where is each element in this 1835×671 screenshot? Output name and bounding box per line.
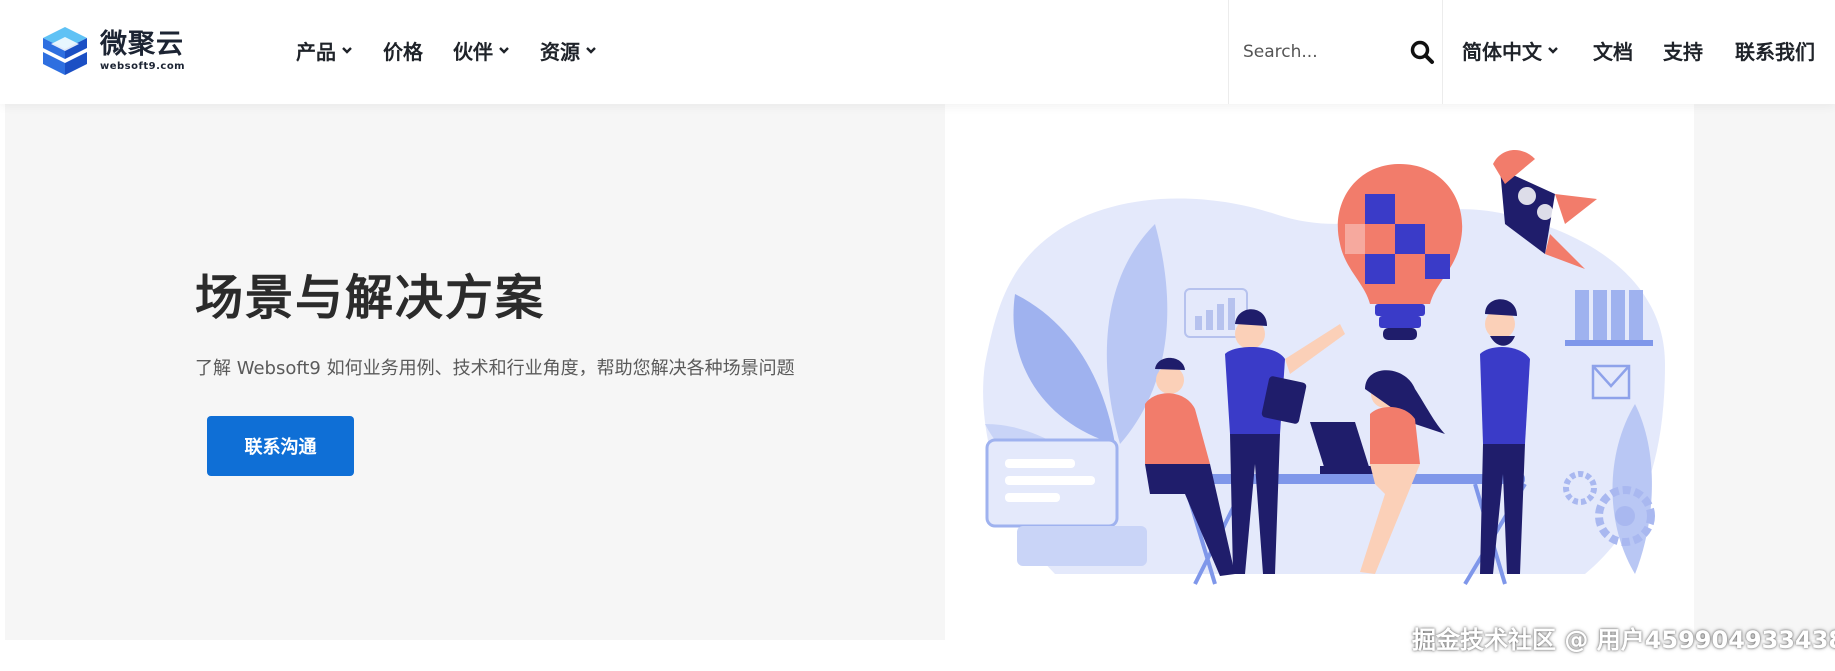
chevron-down-icon: [586, 47, 596, 54]
contact-link[interactable]: 联系我们: [1735, 36, 1815, 65]
logo-name-cn: 微聚云: [100, 28, 184, 60]
contact-cta-button[interactable]: 联系沟通: [207, 416, 354, 476]
hero-description: 了解 Websoft9 如何业务用例、技术和行业角度，帮助您解决各种场景问题: [195, 358, 795, 379]
support-link[interactable]: 支持: [1663, 36, 1703, 65]
teamwork-illustration: [983, 149, 1665, 586]
chevron-down-icon: [499, 47, 509, 54]
language-label: 简体中文: [1462, 39, 1542, 64]
brand-logo[interactable]: 微聚云 websoft9.com: [40, 24, 185, 78]
logo-name-en: websoft9.com: [100, 60, 186, 72]
nav-item-products[interactable]: 产品: [296, 36, 353, 65]
search-input[interactable]: [1243, 42, 1403, 62]
docs-link[interactable]: 文档: [1593, 36, 1633, 65]
hero-title: 场景与解决方案: [195, 270, 546, 326]
nav-item-partners[interactable]: 伙伴: [453, 36, 510, 65]
nav-item-label: 资源: [540, 39, 580, 64]
site-header: 微聚云 websoft9.com 产品 价格 伙伴 资源 Search... 简…: [0, 0, 1835, 104]
search-box: [1228, 0, 1443, 104]
hero-side-panel: [1694, 104, 1835, 640]
nav-item-label: 产品: [296, 39, 336, 64]
search-icon: [1410, 40, 1434, 64]
logo-cube-icon: [43, 27, 87, 75]
nav-item-resources[interactable]: 资源: [540, 36, 597, 65]
main-nav: 产品 价格 伙伴 资源: [296, 0, 627, 100]
chevron-down-icon: [1548, 47, 1558, 54]
search-button[interactable]: [1408, 38, 1436, 66]
nav-item-pricing[interactable]: 价格: [383, 36, 423, 65]
watermark-text: 掘金技术社区 @ 用户459904933438: [1412, 626, 1835, 654]
chevron-down-icon: [342, 47, 352, 54]
nav-item-label: 价格: [383, 39, 423, 64]
utility-nav: 简体中文 文档 支持 联系我们: [1462, 0, 1815, 100]
nav-item-label: 伙伴: [453, 39, 493, 64]
language-selector[interactable]: 简体中文: [1462, 36, 1559, 65]
